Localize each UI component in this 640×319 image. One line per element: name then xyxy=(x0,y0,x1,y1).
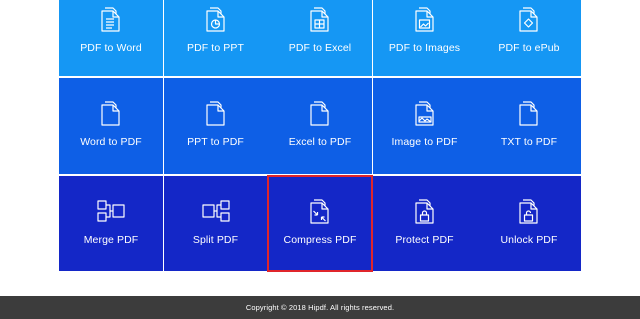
tool-grid: PDF to Word PDF to PPT PDF to Excel PDF … xyxy=(59,0,581,272)
split-icon xyxy=(199,194,233,228)
tile-unlock-pdf[interactable]: Unlock PDF xyxy=(477,176,581,271)
word-document-icon xyxy=(94,2,128,36)
tile-label: PDF to ePub xyxy=(498,42,560,54)
tile-pdf-to-word[interactable]: PDF to Word xyxy=(59,0,163,76)
tile-excel-to-pdf[interactable]: Excel to PDF xyxy=(268,78,372,174)
tile-image-to-pdf[interactable]: Image to PDF xyxy=(372,78,477,174)
document-icon xyxy=(303,96,337,130)
document-icon xyxy=(199,96,233,130)
presentation-document-icon xyxy=(199,2,233,36)
tile-label: TXT to PDF xyxy=(500,136,558,148)
merge-icon xyxy=(94,194,128,228)
image-document-icon xyxy=(408,2,442,36)
tile-split-pdf[interactable]: Split PDF xyxy=(163,176,268,271)
spreadsheet-document-icon xyxy=(303,2,337,36)
footer: Copyright © 2018 Hipdf. All rights reser… xyxy=(0,296,640,319)
tile-label: Unlock PDF xyxy=(500,234,558,246)
unlock-document-icon xyxy=(512,194,546,228)
tile-compress-pdf[interactable]: Compress PDF xyxy=(267,175,373,272)
tile-txt-to-pdf[interactable]: TXT to PDF xyxy=(477,78,581,174)
tile-label: Image to PDF xyxy=(391,136,458,148)
tile-pdf-to-excel[interactable]: PDF to Excel xyxy=(268,0,372,76)
epub-document-icon xyxy=(512,2,546,36)
image-document-icon xyxy=(408,96,442,130)
tile-label: PDF to PPT xyxy=(186,42,244,54)
copyright-text: Copyright © 2018 Hipdf. All rights reser… xyxy=(245,303,395,312)
tile-label: Word to PDF xyxy=(80,136,142,148)
tile-word-to-pdf[interactable]: Word to PDF xyxy=(59,78,163,174)
tile-pdf-to-ppt[interactable]: PDF to PPT xyxy=(163,0,268,76)
document-icon xyxy=(512,96,546,130)
tile-label: Excel to PDF xyxy=(288,136,352,148)
tile-ppt-to-pdf[interactable]: PPT to PDF xyxy=(163,78,268,174)
tile-label: Protect PDF xyxy=(395,234,454,246)
tile-label: Merge PDF xyxy=(83,234,139,246)
tile-label: Split PDF xyxy=(192,234,239,246)
tile-label: PPT to PDF xyxy=(187,136,244,148)
document-icon xyxy=(94,96,128,130)
tile-label: PDF to Word xyxy=(80,42,142,54)
tile-label: PDF to Excel xyxy=(288,42,352,54)
tile-pdf-to-images[interactable]: PDF to Images xyxy=(372,0,477,76)
tile-label: Compress PDF xyxy=(283,234,357,246)
compress-icon xyxy=(303,194,337,228)
tile-label: PDF to Images xyxy=(388,42,461,54)
tile-merge-pdf[interactable]: Merge PDF xyxy=(59,176,163,271)
tile-protect-pdf[interactable]: Protect PDF xyxy=(372,176,477,271)
tile-pdf-to-epub[interactable]: PDF to ePub xyxy=(477,0,581,76)
lock-document-icon xyxy=(408,194,442,228)
